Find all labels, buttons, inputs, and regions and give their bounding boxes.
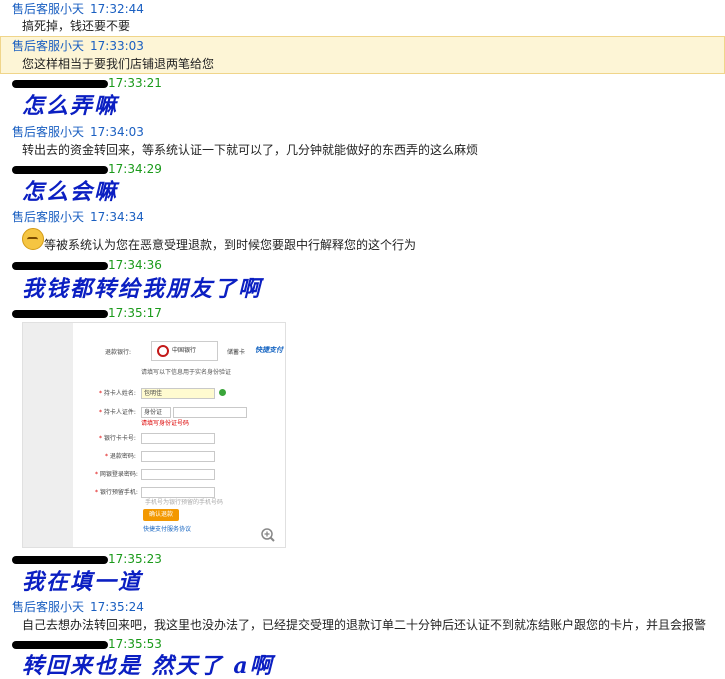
- message-header: 售后客服小天 17:34:34: [12, 209, 144, 225]
- id-hint: 请填写身份证号码: [141, 420, 190, 427]
- phone-hint: 手机号为银行预留的手机号码: [145, 499, 224, 506]
- redacted-name: [12, 165, 108, 174]
- redacted-name: [12, 555, 108, 564]
- message-header: 售后客服小天 17:34:03: [12, 124, 144, 140]
- refund-password-input[interactable]: [141, 451, 215, 462]
- screenshot-sidebar: [23, 323, 73, 547]
- bank-name: 中国银行: [172, 347, 197, 354]
- message-text: 自己去想办法转回来吧，我这里也没办法了，已经提交受理的退款订单二十分钟后还认证不…: [22, 618, 707, 632]
- message-text: 搞死掉，钱还要不要: [22, 19, 131, 33]
- card-type: 储蓄卡: [227, 349, 246, 356]
- sender-name[interactable]: 售后客服小天: [12, 210, 84, 224]
- card-label: * 银行卡卡号:: [99, 435, 136, 442]
- name-label: * 持卡人姓名:: [99, 390, 136, 397]
- message-header: 售后客服小天 17:35:24: [12, 599, 144, 615]
- form-hint: 请填写以下信息用于实名身份验证: [141, 369, 232, 376]
- message-header: 17:34:29: [12, 161, 162, 177]
- message-text: 转出去的资金转回来，等系统认证一下就可以了，几分钟就能做好的东西弄的这么麻烦: [22, 143, 479, 157]
- handwriting-message: 怎么会嘛: [22, 179, 119, 205]
- message-header: 售后客服小天 17:33:03: [12, 38, 144, 54]
- handwriting-message: 我钱都转给我朋友了啊: [22, 276, 263, 302]
- message-time: 17:32:44: [90, 2, 144, 16]
- id-label: * 持卡人证件:: [99, 409, 136, 416]
- message-time: 17:35:23: [108, 552, 162, 566]
- message-header: 17:33:21: [12, 75, 162, 91]
- redacted-name: [12, 309, 108, 318]
- service-link[interactable]: 快捷支付服务协议: [143, 526, 191, 534]
- message-header: 17:35:23: [12, 551, 162, 567]
- emoji-icon: [22, 228, 44, 250]
- id-number-input[interactable]: [173, 407, 247, 418]
- redacted-name: [12, 640, 108, 649]
- sender-name[interactable]: 售后客服小天: [12, 600, 84, 614]
- login-pwd-label: * 网银登录密码:: [95, 471, 138, 478]
- redacted-name: [12, 261, 108, 270]
- sender-name[interactable]: 售后客服小天: [12, 2, 84, 16]
- zoom-icon[interactable]: [261, 528, 275, 542]
- message-text: 等被系统认为您在恶意受理退款，到时候您要跟中行解释您的这个行为: [44, 238, 417, 252]
- message-header: 17:35:53: [12, 636, 162, 652]
- bank-logo-icon: [157, 344, 169, 357]
- check-icon: [219, 389, 226, 396]
- handwriting-message: 转回来也是 然天了 a啊: [22, 653, 274, 679]
- embedded-screenshot[interactable]: 退款银行: 中国银行 储蓄卡 快捷支付 请填写以下信息用于实名身份验证 * 持卡…: [22, 322, 286, 548]
- name-value: 包明佳: [144, 390, 163, 397]
- message-text: 您这样相当于要我们店铺退两笔给您: [22, 57, 215, 71]
- message-time: 17:34:36: [108, 258, 162, 272]
- bank-selector: 中国银行: [151, 341, 218, 361]
- message-time: 17:34:29: [108, 162, 162, 176]
- message-time: 17:33:03: [90, 39, 144, 53]
- sender-name[interactable]: 售后客服小天: [12, 39, 84, 53]
- confirm-refund-button[interactable]: 确认退款: [143, 509, 179, 521]
- phone-label: * 银行预留手机:: [95, 489, 138, 496]
- login-password-input[interactable]: [141, 469, 215, 480]
- message-header: 17:34:36: [12, 257, 162, 273]
- sender-name[interactable]: 售后客服小天: [12, 125, 84, 139]
- message-header: 17:35:17: [12, 305, 162, 321]
- message-time: 17:34:34: [90, 210, 144, 224]
- phone-input[interactable]: [141, 487, 215, 498]
- message-time: 17:35:24: [90, 600, 144, 614]
- message-time: 17:35:17: [108, 306, 162, 320]
- message-header: 售后客服小天 17:32:44: [12, 1, 144, 17]
- id-type: 身份证: [144, 409, 163, 416]
- handwriting-message: 我在填一道: [22, 569, 143, 595]
- pwd-label: * 退款密码:: [105, 453, 136, 460]
- bank-label: 退款银行:: [105, 349, 132, 356]
- card-number-input[interactable]: [141, 433, 215, 444]
- redacted-name: [12, 79, 108, 88]
- kuaijie-logo: 快捷支付: [255, 346, 283, 354]
- message-time: 17:33:21: [108, 76, 162, 90]
- message-time: 17:34:03: [90, 125, 144, 139]
- handwriting-message: 怎么弄嘛: [22, 93, 119, 119]
- message-time: 17:35:53: [108, 637, 162, 651]
